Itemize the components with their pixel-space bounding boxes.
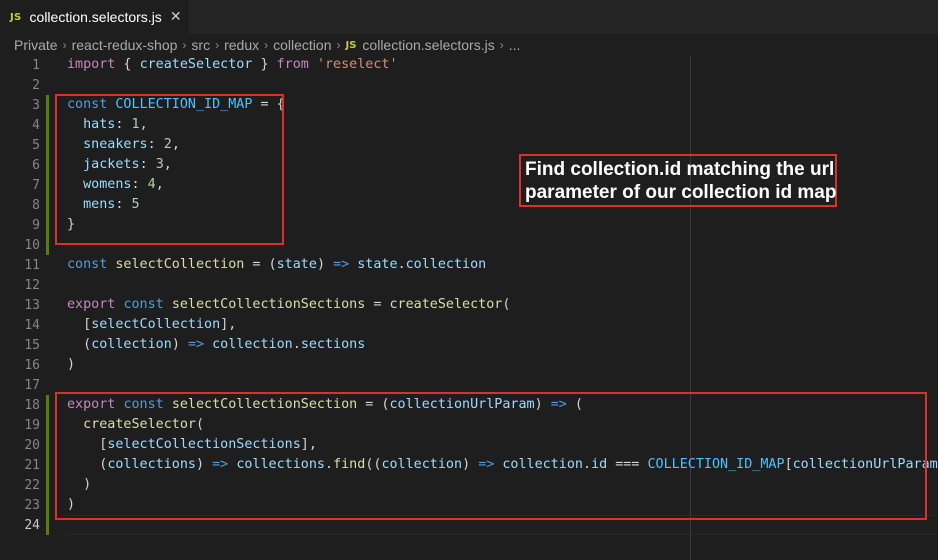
line-number: 10 [24, 238, 40, 253]
breadcrumb-item-symbols[interactable]: ... [509, 37, 521, 53]
line-number: 15 [24, 338, 40, 353]
breadcrumb-item-file[interactable]: collection.selectors.js [362, 37, 494, 53]
code-token: ], [220, 317, 237, 332]
chevron-right-icon: › [264, 38, 269, 52]
tab-collection-selectors[interactable]: JS collection.selectors.js ✕ [0, 0, 189, 34]
code-token: const [67, 257, 108, 272]
line-number: 11 [24, 258, 40, 273]
code-token: createSelector [389, 297, 503, 312]
code-line[interactable]: [selectCollection], [67, 317, 236, 332]
chevron-right-icon: › [499, 38, 504, 52]
code-token: state [276, 257, 317, 272]
code-token: sections [300, 337, 366, 352]
code-line[interactable]: const selectCollection = (state) => stat… [67, 257, 486, 272]
code-token: => [187, 337, 205, 352]
code-token: collection [212, 337, 293, 352]
highlight-box-select-collection-section [55, 392, 927, 520]
tab-label: collection.selectors.js [29, 9, 162, 25]
line-number: 2 [32, 78, 40, 93]
code-token: { [115, 57, 140, 72]
line-number: 12 [24, 278, 40, 293]
code-token: export [67, 297, 116, 312]
line-number: 19 [24, 418, 40, 433]
line-number: 7 [32, 178, 40, 193]
line-number: 9 [32, 218, 40, 233]
line-number: 3 [32, 98, 40, 113]
line-number: 24 [24, 518, 40, 533]
line-number: 5 [32, 138, 40, 153]
line-number: 20 [24, 438, 40, 453]
code-token: createSelector [139, 57, 253, 72]
code-token: collection [405, 257, 487, 272]
breadcrumb-item-src[interactable]: src [191, 37, 210, 53]
chevron-right-icon: › [182, 38, 187, 52]
highlight-box-collection-id-map [55, 94, 284, 245]
code-token: [ [67, 317, 92, 332]
line-number: 21 [24, 458, 40, 473]
breadcrumb-item-private[interactable]: Private [14, 37, 58, 53]
code-token: = [365, 297, 390, 312]
code-token: collection [91, 337, 172, 352]
git-change-indicator[interactable] [46, 395, 49, 535]
git-change-indicator[interactable] [46, 95, 49, 255]
code-token: selectCollection [115, 257, 245, 272]
close-icon[interactable]: ✕ [170, 9, 182, 25]
line-number: 22 [24, 478, 40, 493]
code-token: ( [67, 337, 92, 352]
code-token: 'reselect' [316, 57, 398, 72]
code-line[interactable]: ) [67, 357, 75, 372]
code-token: import [67, 57, 116, 72]
line-number: 17 [24, 378, 40, 393]
line-number: 23 [24, 498, 40, 513]
code-token: = ( [244, 257, 277, 272]
line-number: 18 [24, 398, 40, 413]
breadcrumb-item-collection[interactable]: collection [273, 37, 331, 53]
breadcrumb-item-react-redux-shop[interactable]: react-redux-shop [72, 37, 178, 53]
code-token: selectCollectionSections [171, 297, 366, 312]
code-token: } [252, 57, 277, 72]
javascript-file-icon: JS [345, 39, 357, 51]
line-number: 14 [24, 318, 40, 333]
line-number: 13 [24, 298, 40, 313]
code-token: . [397, 257, 406, 272]
code-token: ) [171, 337, 188, 352]
code-token: const [123, 297, 164, 312]
code-token: . [292, 337, 301, 352]
code-token: ) [316, 257, 334, 272]
line-number: 16 [24, 358, 40, 373]
line-number: 8 [32, 198, 40, 213]
code-token: state [357, 257, 398, 272]
code-token: from [276, 57, 309, 72]
tab-bar: JS collection.selectors.js ✕ [0, 0, 938, 34]
code-token: selectCollection [91, 317, 221, 332]
line-number: 1 [32, 58, 40, 73]
code-token: ( [502, 297, 511, 312]
code-line[interactable]: (collection) => collection.sections [67, 337, 365, 352]
breadcrumb-item-redux[interactable]: redux [224, 37, 259, 53]
code-line[interactable]: import { createSelector } from 'reselect… [67, 57, 398, 72]
chevron-right-icon: › [215, 38, 220, 52]
code-line[interactable]: export const selectCollectionSections = … [67, 297, 510, 312]
chevron-right-icon: › [336, 38, 341, 52]
breadcrumb: Private › react-redux-shop › src › redux… [0, 34, 938, 56]
line-number: 6 [32, 158, 40, 173]
annotation-line-1: Find collection.id matching the url [525, 159, 835, 180]
chevron-right-icon: › [62, 38, 67, 52]
annotation-callout: Find collection.id matching the url para… [519, 154, 837, 207]
javascript-file-icon: JS [10, 11, 22, 23]
annotation-line-2: parameter of our collection id map [525, 182, 837, 203]
code-token: => [333, 257, 350, 272]
code-token: ) [67, 357, 76, 372]
line-number: 4 [32, 118, 40, 133]
